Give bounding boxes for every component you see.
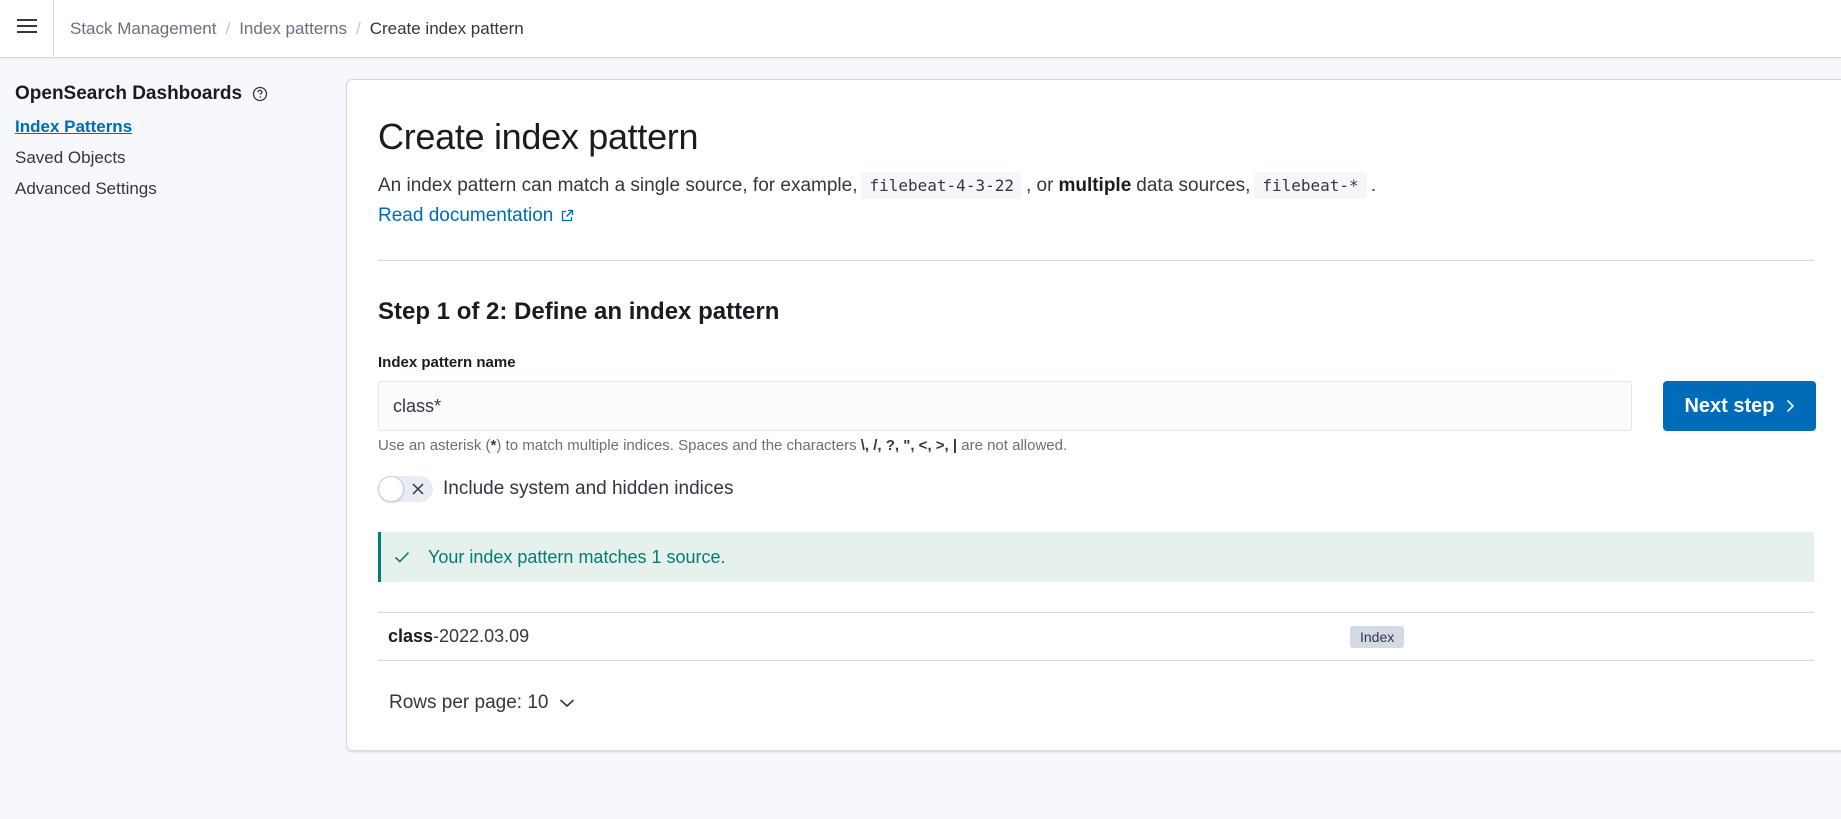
switch-knob — [378, 476, 404, 502]
sidebar-item-index-patterns[interactable]: Index Patterns — [15, 115, 315, 139]
hamburger-icon — [16, 18, 37, 39]
code-example-single: filebeat-4-3-22 — [861, 172, 1022, 199]
chevron-right-icon — [1785, 399, 1795, 413]
section-divider — [378, 260, 1814, 261]
match-success-callout: Your index pattern matches 1 source. — [378, 532, 1814, 582]
external-link-icon — [560, 209, 574, 223]
index-pattern-name-input[interactable] — [378, 381, 1632, 431]
description-text: An index pattern can match a single sour… — [378, 174, 858, 196]
sidebar-title: OpenSearch Dashboards — [15, 80, 315, 108]
chevron-down-icon — [559, 698, 575, 708]
check-icon — [394, 550, 410, 564]
main-panel: Create index pattern An index pattern ca… — [346, 79, 1841, 751]
system-indices-toggle-row: Include system and hidden indices — [378, 476, 733, 502]
close-icon — [411, 482, 425, 496]
index-name: class-2022.03.09 — [388, 626, 530, 646]
code-example-multiple: filebeat-* — [1254, 172, 1367, 199]
breadcrumb-separator: / — [355, 18, 361, 38]
help-icon[interactable] — [252, 86, 268, 102]
description-text: , or — [1025, 174, 1054, 196]
input-help-text: Use an asterisk (*) to match multiple in… — [378, 437, 1068, 454]
system-indices-label[interactable]: Include system and hidden indices — [443, 478, 733, 500]
breadcrumb-index-patterns[interactable]: Index patterns — [239, 19, 347, 39]
callout-text: Your index pattern matches 1 source. — [428, 546, 726, 567]
breadcrumb: Stack Management / Index patterns / Crea… — [70, 19, 524, 39]
sidebar-title-text: OpenSearch Dashboards — [15, 83, 243, 104]
sidebar-item-advanced-settings[interactable]: Advanced Settings — [15, 177, 315, 201]
breadcrumb-stack-management[interactable]: Stack Management — [70, 19, 216, 39]
description-bold: multiple — [1058, 174, 1132, 196]
page-title: Create index pattern — [378, 116, 699, 157]
sidebar-item-saved-objects[interactable]: Saved Objects — [15, 146, 315, 170]
breadcrumb-current: Create index pattern — [369, 18, 524, 38]
rows-per-page-button[interactable]: Rows per page: 10 — [389, 692, 575, 714]
table-row: class-2022.03.09 Index — [378, 613, 1814, 660]
system-indices-switch[interactable] — [378, 476, 433, 502]
next-step-label: Next step — [1684, 394, 1775, 417]
doc-link-label: Read documentation — [378, 205, 554, 226]
sidebar: OpenSearch Dashboards Index Patterns Sav… — [15, 80, 315, 201]
step-title: Step 1 of 2: Define an index pattern — [378, 298, 780, 325]
top-header: Stack Management / Index patterns / Crea… — [0, 0, 1841, 58]
breadcrumb-separator: / — [225, 18, 231, 38]
matching-indices-table: class-2022.03.09 Index — [378, 612, 1814, 661]
description-text: . — [1370, 174, 1376, 196]
index-type-badge: Index — [1350, 625, 1405, 648]
next-step-button[interactable]: Next step — [1663, 381, 1816, 431]
index-pattern-name-label: Index pattern name — [378, 354, 516, 371]
description-text: data sources, — [1136, 174, 1251, 196]
menu-toggle-button[interactable] — [0, 0, 54, 57]
page-description: An index pattern can match a single sour… — [378, 172, 1376, 199]
read-documentation-link[interactable]: Read documentation — [378, 205, 574, 227]
rows-per-page-label: Rows per page: 10 — [389, 692, 549, 713]
